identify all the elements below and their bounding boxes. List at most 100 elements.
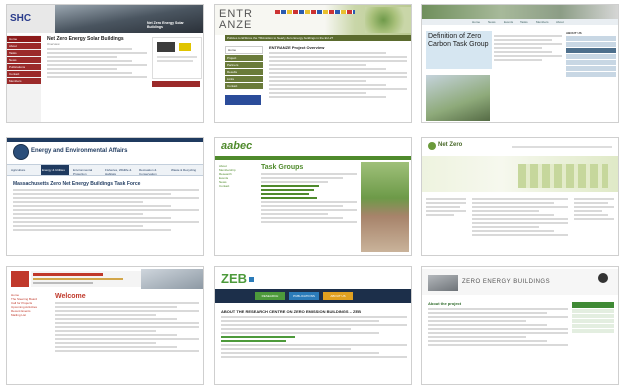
aabec-heading: Task Groups bbox=[261, 164, 304, 171]
zerocarbon-nav-item[interactable]: Tasks bbox=[520, 20, 528, 24]
zeb2-side-item[interactable] bbox=[572, 324, 614, 328]
nezeb-photo bbox=[141, 269, 203, 289]
shc-nav-item[interactable]: Contact bbox=[7, 71, 41, 77]
mass-nav-item[interactable]: Waste & Recycling bbox=[171, 168, 201, 172]
entranze-content: ENTRANZE Project Overview bbox=[269, 45, 407, 100]
thumbnail-zero-energy-buildings[interactable]: ZERO ENERGY BUILDINGS About the project bbox=[421, 266, 619, 385]
mass-seal-icon bbox=[13, 144, 29, 160]
zerocarbon-heading: Definition of Zero Carbon Task Group bbox=[428, 33, 489, 48]
zeb-button-research[interactable]: RESEARCH bbox=[255, 292, 285, 300]
entranze-nav-item[interactable]: Project bbox=[225, 55, 263, 61]
shc-thumbnail-image bbox=[157, 42, 175, 52]
shc-nav-item[interactable]: Members bbox=[7, 78, 41, 84]
entranze-logo: ENTRANZE bbox=[219, 8, 253, 31]
shc-sidebar: Home About Tasks News Publications Conta… bbox=[7, 35, 41, 122]
mass-nav-item[interactable]: Environmental Protection bbox=[73, 168, 101, 176]
zerocarbon-sidebar: ABOUT US bbox=[566, 31, 616, 78]
entranze-nav-item[interactable]: Links bbox=[225, 76, 263, 82]
entranze-nav-item[interactable]: Results bbox=[225, 69, 263, 75]
zeb2-side-item[interactable] bbox=[572, 309, 614, 313]
netzero-logo: Net Zero bbox=[438, 142, 463, 148]
zerocarbon-nav-item[interactable]: Members bbox=[536, 20, 549, 24]
zeb-logo-mark-icon bbox=[249, 277, 254, 282]
netzero-nav bbox=[512, 146, 612, 148]
thumbnail-aabec[interactable]: aabec About Membership Research Events N… bbox=[214, 137, 412, 256]
thumbnail-nezeb[interactable]: Home The Steering Board Call for Project… bbox=[6, 266, 204, 385]
shc-nav-item[interactable]: About bbox=[7, 43, 41, 49]
shc-content: Net Zero Energy Solar Buildings Overview bbox=[47, 37, 147, 80]
netzero-logo-icon bbox=[428, 142, 436, 150]
entranze-map bbox=[365, 7, 411, 33]
zeb2-content: About the project bbox=[428, 301, 568, 348]
zeb-logo: ZEB bbox=[221, 271, 247, 286]
zeb2-side-item[interactable] bbox=[572, 329, 614, 333]
shc-subtitle: Overview bbox=[47, 42, 60, 46]
netzero-content bbox=[472, 196, 568, 238]
thumbnail-net-zero[interactable]: Net Zero bbox=[421, 137, 619, 256]
eu-flag-icon bbox=[225, 95, 261, 105]
zeb2-logo: ZERO ENERGY BUILDINGS bbox=[462, 279, 551, 285]
thumbnail-shc[interactable]: SHC Net Zero Energy Solar Buildings Home… bbox=[6, 4, 204, 123]
netzero-building-illustration bbox=[518, 164, 608, 188]
entranze-nav-item[interactable]: Partners bbox=[225, 62, 263, 68]
aabec-content: Task Groups bbox=[261, 164, 357, 225]
mass-header: Energy and Environmental Affairs bbox=[31, 148, 128, 154]
zerocarbon-photo bbox=[422, 5, 618, 19]
shc-nav-item[interactable]: Tasks bbox=[7, 50, 41, 56]
zeb2-sidebar bbox=[572, 301, 614, 334]
zerocarbon-nav-item[interactable]: Home bbox=[472, 20, 480, 24]
entranze-nav-item[interactable]: Contact bbox=[225, 83, 263, 89]
zeb2-side-item[interactable] bbox=[572, 302, 614, 308]
zeb-heading: ABOUT THE RESEARCH CENTRE ON ZERO EMISSI… bbox=[221, 309, 362, 314]
mass-nav-item[interactable]: Recreation & Conservation bbox=[139, 168, 167, 176]
zeb2-side-item[interactable] bbox=[572, 319, 614, 323]
zeb-button-publications[interactable]: PUBLICATIONS bbox=[289, 292, 319, 300]
thumbnail-entranze[interactable]: ENTRANZE Policies to ENforce the TRAnsit… bbox=[214, 4, 412, 123]
zerocarbon-nav: Home News Events Tasks Members About bbox=[422, 19, 618, 25]
mass-nav-item[interactable]: Fisheries, Wildlife & Habitats bbox=[105, 168, 135, 176]
shc-nav-item[interactable]: Home bbox=[7, 36, 41, 42]
shc-logo: SHC bbox=[10, 13, 32, 24]
entranze-heading: ENTRANZE Project Overview bbox=[269, 45, 325, 50]
mass-heading: Massachusetts Zero Net Energy Buildings … bbox=[13, 181, 141, 187]
entranze-nav-item[interactable]: Home bbox=[225, 46, 263, 54]
zerocarbon-side-title: ABOUT US bbox=[566, 31, 582, 35]
shc-banner-label: Net Zero Energy Solar Buildings bbox=[147, 21, 184, 29]
nezeb-heading: Welcome bbox=[55, 293, 86, 300]
zerocarbon-image bbox=[426, 75, 490, 121]
shc-nav-item[interactable]: News bbox=[7, 57, 41, 63]
aabec-side-item[interactable]: Contact bbox=[219, 184, 257, 188]
shc-side-box bbox=[152, 37, 202, 79]
entranze-sidebar: Home Project Partners Results Links Cont… bbox=[225, 45, 263, 105]
nezeb-header bbox=[31, 271, 141, 287]
mass-topbar bbox=[7, 138, 203, 142]
zerocarbon-nav-item[interactable]: News bbox=[488, 20, 496, 24]
zerocarbon-nav-item[interactable]: Events bbox=[504, 20, 513, 24]
shc-nav-item[interactable]: Publications bbox=[7, 64, 41, 70]
thumbnail-zero-carbon[interactable]: Home News Events Tasks Members About Def… bbox=[421, 4, 619, 123]
zerocarbon-nav-item[interactable]: About bbox=[556, 20, 564, 24]
aabec-logo: aabec bbox=[221, 140, 253, 152]
zeb2-header: ZERO ENERGY BUILDINGS bbox=[422, 269, 618, 295]
zeb-button-about[interactable]: ABOUT US bbox=[323, 292, 353, 300]
aabec-navbar bbox=[215, 156, 411, 160]
nezeb-side-item[interactable]: Mailing List bbox=[11, 313, 49, 317]
nezeb-sidebar: Home The Steering Board Call for Project… bbox=[11, 293, 49, 317]
entranze-tagline: Policies to ENforce the TRAnsition to Ne… bbox=[225, 35, 411, 41]
mass-nav-item[interactable]: Agriculture bbox=[11, 168, 25, 172]
mass-nav: Agriculture Energy & Utilities Environme… bbox=[7, 164, 203, 176]
nezeb-content: Welcome bbox=[55, 293, 199, 354]
zeb2-heading: About the project bbox=[428, 301, 462, 306]
netzero-right-column bbox=[574, 196, 614, 222]
shc-side-button[interactable] bbox=[152, 81, 200, 87]
thumbnail-massachusetts[interactable]: Energy and Environmental Affairs Agricul… bbox=[6, 137, 204, 256]
zeb2-institution-icon bbox=[598, 273, 608, 283]
zeb2-side-item[interactable] bbox=[572, 314, 614, 318]
mass-nav-active[interactable]: Energy & Utilities bbox=[41, 165, 69, 175]
entranze-flags bbox=[275, 10, 355, 14]
zeb-content: ABOUT THE RESEARCH CENTRE ON ZERO EMISSI… bbox=[221, 309, 407, 360]
zeb-banner: RESEARCH PUBLICATIONS ABOUT US bbox=[215, 289, 411, 303]
thumbnail-zeb[interactable]: ZEB RESEARCH PUBLICATIONS ABOUT US ABOUT… bbox=[214, 266, 412, 385]
netzero-banner bbox=[422, 156, 618, 192]
zerocarbon-intro bbox=[494, 33, 562, 63]
